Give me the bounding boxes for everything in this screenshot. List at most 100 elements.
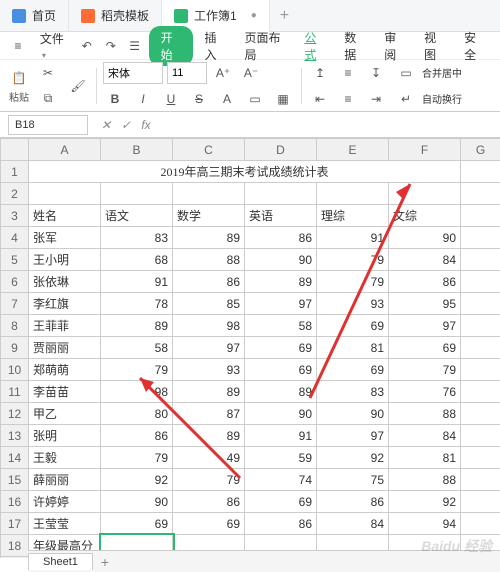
confirm-icon[interactable]: ✓: [116, 115, 136, 135]
cell[interactable]: [461, 513, 500, 535]
cell-value[interactable]: 79: [173, 469, 245, 491]
cell-name[interactable]: 甲乙: [29, 403, 101, 425]
cell-value[interactable]: 49: [173, 447, 245, 469]
cell-value[interactable]: 95: [389, 293, 461, 315]
col-header[interactable]: E: [317, 139, 389, 161]
cell-value[interactable]: 86: [173, 271, 245, 293]
undo-icon[interactable]: ↶: [77, 34, 97, 58]
row-header[interactable]: 13: [1, 425, 29, 447]
cell-value[interactable]: 93: [173, 359, 245, 381]
cell-value[interactable]: 75: [317, 469, 389, 491]
cell[interactable]: [29, 183, 101, 205]
cancel-icon[interactable]: ✕: [96, 115, 116, 135]
cell-name[interactable]: 李红旗: [29, 293, 101, 315]
row-header[interactable]: 8: [1, 315, 29, 337]
cell-value[interactable]: 81: [317, 337, 389, 359]
align-left-icon[interactable]: ⇤: [308, 87, 332, 111]
cell-value[interactable]: 91: [245, 425, 317, 447]
cell-value[interactable]: 97: [317, 425, 389, 447]
row-header[interactable]: 10: [1, 359, 29, 381]
cell-value[interactable]: 86: [389, 271, 461, 293]
align-center-icon[interactable]: ≡: [336, 87, 360, 111]
cell-value[interactable]: 97: [245, 293, 317, 315]
cell-name[interactable]: 贾丽丽: [29, 337, 101, 359]
app-menu-icon[interactable]: ≡: [8, 34, 28, 58]
hdr-arts[interactable]: 文综: [389, 205, 461, 227]
cell-value[interactable]: 91: [317, 227, 389, 249]
cell-name[interactable]: 张明: [29, 425, 101, 447]
cell-value[interactable]: 81: [389, 447, 461, 469]
row-header[interactable]: 6: [1, 271, 29, 293]
italic-button[interactable]: I: [131, 87, 155, 111]
cell-name[interactable]: 李苗苗: [29, 381, 101, 403]
cell-name[interactable]: 王菲菲: [29, 315, 101, 337]
cell-value[interactable]: 83: [101, 227, 173, 249]
cell-value[interactable]: 98: [173, 315, 245, 337]
cell-name[interactable]: 薛丽丽: [29, 469, 101, 491]
cell[interactable]: [461, 183, 500, 205]
cell-value[interactable]: 59: [245, 447, 317, 469]
cell-name[interactable]: 张依琳: [29, 271, 101, 293]
row-header[interactable]: 16: [1, 491, 29, 513]
font-size-select[interactable]: [167, 62, 207, 84]
hdr-english[interactable]: 英语: [245, 205, 317, 227]
align-middle-icon[interactable]: ≡: [336, 61, 360, 85]
hdr-math[interactable]: 数学: [173, 205, 245, 227]
cell-value[interactable]: 97: [389, 315, 461, 337]
row-header[interactable]: 1: [1, 161, 29, 183]
cell-value[interactable]: 92: [317, 447, 389, 469]
cell-value[interactable]: 91: [101, 271, 173, 293]
strike-button[interactable]: S: [187, 87, 211, 111]
cell-value[interactable]: 68: [101, 249, 173, 271]
cell-value[interactable]: 94: [389, 513, 461, 535]
copy-icon[interactable]: ⧉: [36, 87, 60, 111]
cell-value[interactable]: 86: [101, 425, 173, 447]
cell[interactable]: [461, 161, 500, 183]
cell-value[interactable]: 89: [173, 227, 245, 249]
cell[interactable]: [461, 205, 500, 227]
merge-icon[interactable]: ▭: [394, 61, 418, 85]
save-icon[interactable]: ☰: [125, 34, 145, 58]
wrap-icon[interactable]: ↵: [394, 87, 418, 111]
cell-value[interactable]: 69: [245, 359, 317, 381]
cell-value[interactable]: 79: [317, 249, 389, 271]
cell[interactable]: [461, 403, 500, 425]
col-header[interactable]: D: [245, 139, 317, 161]
cell[interactable]: [389, 183, 461, 205]
table-title[interactable]: 2019年高三期末考试成绩统计表: [29, 161, 461, 183]
cell[interactable]: [317, 183, 389, 205]
cell-value[interactable]: 79: [101, 359, 173, 381]
cell-value[interactable]: 88: [173, 249, 245, 271]
font-color-icon[interactable]: A: [215, 87, 239, 111]
row-header[interactable]: 12: [1, 403, 29, 425]
cell-value[interactable]: 85: [173, 293, 245, 315]
cell-value[interactable]: 69: [101, 513, 173, 535]
cell-value[interactable]: 79: [317, 271, 389, 293]
cell-value[interactable]: 86: [245, 227, 317, 249]
cell-value[interactable]: 90: [101, 491, 173, 513]
cell-value[interactable]: 97: [173, 337, 245, 359]
cell-value[interactable]: 83: [317, 381, 389, 403]
cell-value[interactable]: 92: [101, 469, 173, 491]
cell-name[interactable]: 王莹莹: [29, 513, 101, 535]
cell-value[interactable]: 80: [101, 403, 173, 425]
cell-name[interactable]: 王毅: [29, 447, 101, 469]
cell[interactable]: [461, 359, 500, 381]
cell-value[interactable]: 79: [101, 447, 173, 469]
col-header[interactable]: B: [101, 139, 173, 161]
row-header[interactable]: 11: [1, 381, 29, 403]
decrease-font-icon[interactable]: A⁻: [239, 61, 263, 85]
redo-icon[interactable]: ↷: [101, 34, 121, 58]
tab-dao[interactable]: 稻壳模板: [69, 0, 162, 32]
increase-font-icon[interactable]: A⁺: [211, 61, 235, 85]
row-header[interactable]: 9: [1, 337, 29, 359]
cell-value[interactable]: 89: [101, 315, 173, 337]
paste-button[interactable]: 📋 粘贴: [8, 67, 30, 104]
hdr-chinese[interactable]: 语文: [101, 205, 173, 227]
cell-value[interactable]: 74: [245, 469, 317, 491]
cell-value[interactable]: 69: [317, 315, 389, 337]
fill-color-icon[interactable]: ▭: [243, 87, 267, 111]
cell-value[interactable]: 86: [173, 491, 245, 513]
hdr-science[interactable]: 理综: [317, 205, 389, 227]
row-header[interactable]: 3: [1, 205, 29, 227]
